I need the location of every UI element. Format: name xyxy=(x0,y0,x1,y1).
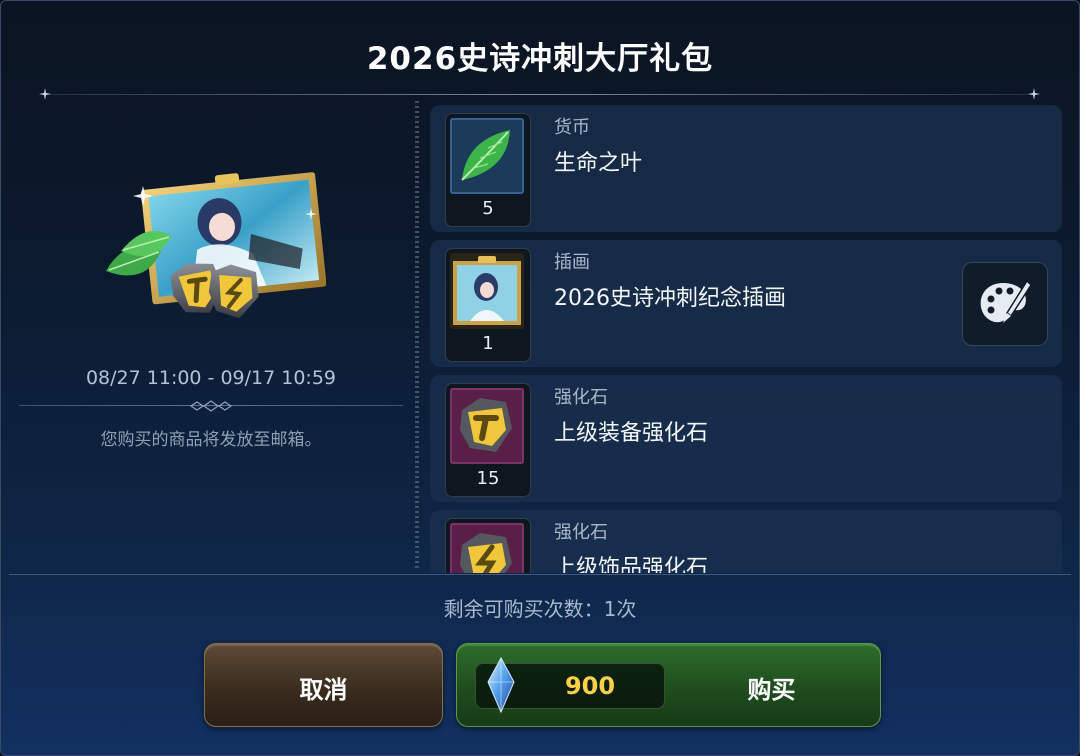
item-name: 生命之叶 xyxy=(554,151,643,176)
item-thumbnail[interactable]: 15 xyxy=(445,383,531,497)
green-leaf-icon xyxy=(450,118,524,194)
illustration-icon xyxy=(450,253,524,329)
item-category: 强化石 xyxy=(554,387,608,408)
title-divider xyxy=(43,94,1035,95)
list-item: 15 强化石 上级饰品强化石 xyxy=(430,510,1062,573)
pack-artwork xyxy=(101,166,327,326)
item-name: 2026史诗冲刺纪念插画 xyxy=(554,286,786,311)
list-item: 15 强化石 上级装备强化石 xyxy=(430,375,1062,502)
item-category: 货币 xyxy=(554,117,590,138)
item-quantity: 5 xyxy=(482,198,494,219)
accessory-stone-icon xyxy=(450,523,524,573)
buy-button-label: 购买 xyxy=(747,676,796,704)
sparkle-icon xyxy=(39,88,51,100)
cancel-button-label: 取消 xyxy=(299,676,348,704)
item-thumbnail[interactable]: 1 xyxy=(445,248,531,362)
equipment-stone-icon xyxy=(450,388,524,464)
purchase-dialog: 2026史诗冲刺大厅礼包 08/27 11:00 - 09/17 10:59 您… xyxy=(0,0,1080,756)
item-thumbnail[interactable]: 5 xyxy=(445,113,531,227)
item-thumbnail[interactable]: 15 xyxy=(445,518,531,573)
price-display: 900 xyxy=(475,656,665,714)
buy-button[interactable]: 900 购买 xyxy=(456,643,881,727)
list-scrollbar[interactable] xyxy=(415,101,419,571)
divider-ornament-icon xyxy=(185,398,237,412)
item-name: 上级饰品强化石 xyxy=(554,556,709,573)
cancel-button[interactable]: 取消 xyxy=(204,643,443,727)
blue-crystal-icon xyxy=(487,656,515,714)
reward-list[interactable]: 5 货币 生命之叶 1 插画 2026史诗冲刺纪念插画 15 强化石 上级装备强… xyxy=(429,105,1063,573)
price-value: 900 xyxy=(564,672,616,700)
sparkle-icon xyxy=(1028,88,1040,100)
list-item: 5 货币 生命之叶 xyxy=(430,105,1062,232)
item-category: 插画 xyxy=(554,252,590,273)
footer-divider xyxy=(9,574,1071,575)
item-name: 上级装备强化石 xyxy=(554,421,709,446)
remaining-purchases: 剩余可购买次数：1次 xyxy=(443,597,637,621)
item-category: 强化石 xyxy=(554,522,608,543)
list-item: 1 插画 2026史诗冲刺纪念插画 xyxy=(430,240,1062,367)
palette-icon xyxy=(980,279,1032,323)
illustration-preview-button[interactable] xyxy=(962,262,1048,346)
sale-period: 08/27 11:00 - 09/17 10:59 xyxy=(85,367,337,389)
mail-delivery-note: 您购买的商品将发放至邮箱。 xyxy=(100,430,322,450)
dialog-title: 2026史诗冲刺大厅礼包 xyxy=(366,41,714,77)
item-quantity: 1 xyxy=(482,333,494,354)
item-quantity: 15 xyxy=(476,468,500,489)
